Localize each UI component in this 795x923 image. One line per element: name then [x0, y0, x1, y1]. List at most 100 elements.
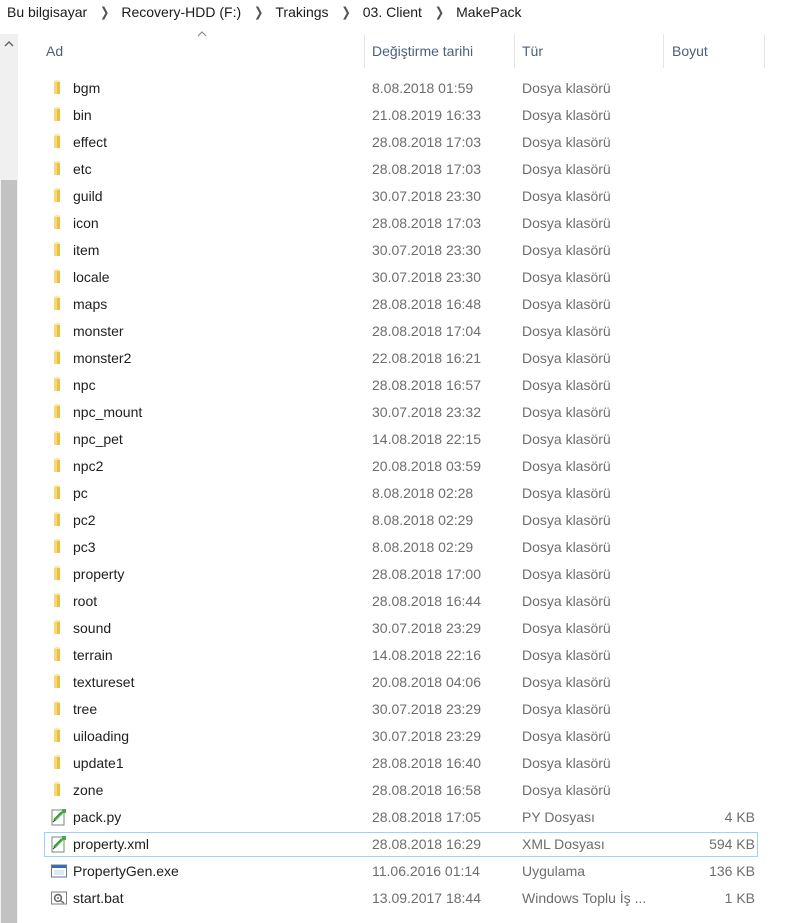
file-row[interactable]: effect 28.08.2018 17:03 Dosya klasörü	[0, 129, 795, 156]
file-date: 28.08.2018 16:58	[372, 782, 481, 798]
file-date: 28.08.2018 17:05	[372, 809, 481, 825]
column-header-size-label: Boyut	[672, 43, 708, 59]
file-type: Dosya klasörü	[522, 593, 611, 609]
file-row[interactable]: maps 28.08.2018 16:48 Dosya klasörü	[0, 291, 795, 318]
file-name: sound	[73, 620, 112, 636]
file-row[interactable]: monster 28.08.2018 17:04 Dosya klasörü	[0, 318, 795, 345]
column-divider[interactable]	[514, 34, 515, 68]
file-row[interactable]: PropertyGen.exe 11.06.2016 01:14 Uygulama 1…	[0, 858, 795, 885]
column-divider[interactable]	[364, 34, 365, 68]
column-divider[interactable]	[663, 34, 664, 68]
file-name: bin	[73, 107, 92, 123]
file-row[interactable]: property.xml 28.08.2018 16:29 XML Dosyası 5…	[0, 831, 795, 858]
breadcrumb: Bu bilgisayar ❯ Recovery-HDD (F:) ❯ Trakings…	[0, 0, 795, 24]
file-row[interactable]: npc2 20.08.2018 03:59 Dosya klasörü	[0, 453, 795, 480]
file-row[interactable]: npc_pet 14.08.2018 22:15 Dosya klasörü	[0, 426, 795, 453]
file-type: Uygulama	[522, 863, 586, 879]
file-name: item	[73, 242, 100, 258]
file-date: 28.08.2018 16:40	[372, 755, 481, 771]
file-date: 28.08.2018 17:03	[372, 161, 481, 177]
file-size: 594 KB	[709, 836, 755, 852]
file-row[interactable]: guild 30.07.2018 23:30 Dosya klasörü	[0, 183, 795, 210]
file-name: pc	[73, 485, 88, 501]
file-name: PropertyGen.exe	[73, 863, 179, 879]
folder-icon	[50, 592, 68, 610]
file-date: 30.07.2018 23:29	[372, 728, 481, 744]
file-row[interactable]: zone 28.08.2018 16:58 Dosya klasörü	[0, 777, 795, 804]
file-date: 21.08.2019 16:33	[372, 107, 481, 123]
breadcrumb-item[interactable]: Trakings	[275, 4, 328, 20]
file-row[interactable]: textureset 20.08.2018 04:06 Dosya klasörü	[0, 669, 795, 696]
file-type: Dosya klasörü	[522, 161, 611, 177]
file-type: Dosya klasörü	[522, 323, 611, 339]
breadcrumb-item[interactable]: 03. Client	[363, 4, 422, 20]
folder-icon	[50, 565, 68, 583]
file-row[interactable]: npc 28.08.2018 16:57 Dosya klasörü	[0, 372, 795, 399]
file-row[interactable]: monster2 22.08.2018 16:21 Dosya klasörü	[0, 345, 795, 372]
file-row[interactable]: etc 28.08.2018 17:03 Dosya klasörü	[0, 156, 795, 183]
file-name: npc	[73, 377, 96, 393]
file-date: 28.08.2018 16:57	[372, 377, 481, 393]
column-header-size[interactable]: Boyut	[672, 34, 764, 68]
notepad-file-icon	[50, 835, 68, 853]
file-row[interactable]: update1 28.08.2018 16:40 Dosya klasörü	[0, 750, 795, 777]
column-header-name[interactable]: Ad	[46, 34, 364, 68]
chevron-right-icon[interactable]: ❯	[342, 4, 351, 19]
file-type: Dosya klasörü	[522, 701, 611, 717]
file-row[interactable]: tree 30.07.2018 23:29 Dosya klasörü	[0, 696, 795, 723]
file-row[interactable]: pc2 8.08.2018 02:29 Dosya klasörü	[0, 507, 795, 534]
file-name: uiloading	[73, 728, 130, 744]
file-row[interactable]: locale 30.07.2018 23:30 Dosya klasörü	[0, 264, 795, 291]
file-date: 30.07.2018 23:30	[372, 269, 481, 285]
file-type: Dosya klasörü	[522, 620, 611, 636]
chevron-right-icon[interactable]: ❯	[435, 4, 444, 19]
file-row[interactable]: bin 21.08.2019 16:33 Dosya klasörü	[0, 102, 795, 129]
file-row[interactable]: root 28.08.2018 16:44 Dosya klasörü	[0, 588, 795, 615]
file-name: maps	[73, 296, 108, 312]
file-date: 20.08.2018 03:59	[372, 458, 481, 474]
file-type: Dosya klasörü	[522, 566, 611, 582]
file-type: Dosya klasörü	[522, 188, 611, 204]
file-date: 28.08.2018 17:00	[372, 566, 481, 582]
chevron-right-icon[interactable]: ❯	[254, 4, 263, 19]
file-row[interactable]: start.bat 13.09.2017 18:44 Windows Toplu İ…	[0, 885, 795, 912]
file-row[interactable]: item 30.07.2018 23:30 Dosya klasörü	[0, 237, 795, 264]
folder-icon	[50, 727, 68, 745]
column-header-type[interactable]: Tür	[522, 34, 663, 68]
folder-icon	[50, 511, 68, 529]
file-name: update1	[73, 755, 124, 771]
breadcrumb-item[interactable]: Bu bilgisayar	[7, 4, 87, 20]
file-name: property.xml	[73, 836, 149, 852]
folder-icon	[50, 646, 68, 664]
file-type: Dosya klasörü	[522, 134, 611, 150]
folder-icon	[50, 322, 68, 340]
folder-icon	[50, 106, 68, 124]
file-row[interactable]: terrain 14.08.2018 22:16 Dosya klasörü	[0, 642, 795, 669]
file-row[interactable]: pc 8.08.2018 02:28 Dosya klasörü	[0, 480, 795, 507]
file-size: 4 KB	[724, 809, 755, 825]
chevron-right-icon[interactable]: ❯	[100, 4, 109, 19]
folder-icon	[50, 754, 68, 772]
column-divider[interactable]	[764, 34, 765, 68]
column-header-date[interactable]: Değiştirme tarihi	[372, 34, 514, 68]
file-type: Dosya klasörü	[522, 404, 611, 420]
file-row[interactable]: pc3 8.08.2018 02:29 Dosya klasörü	[0, 534, 795, 561]
file-row[interactable]: uiloading 30.07.2018 23:29 Dosya klasörü	[0, 723, 795, 750]
file-row[interactable]: icon 28.08.2018 17:03 Dosya klasörü	[0, 210, 795, 237]
scroll-up-icon[interactable]	[0, 34, 18, 54]
file-name: effect	[73, 134, 107, 150]
file-name: monster	[73, 323, 124, 339]
file-row[interactable]: bgm 8.08.2018 01:59 Dosya klasörü	[0, 75, 795, 102]
file-row[interactable]: property 28.08.2018 17:00 Dosya klasörü	[0, 561, 795, 588]
file-type: Dosya klasörü	[522, 539, 611, 555]
file-row[interactable]: npc_mount 30.07.2018 23:32 Dosya klasörü	[0, 399, 795, 426]
file-row[interactable]: pack.py 28.08.2018 17:05 PY Dosyası 4 KB	[0, 804, 795, 831]
file-date: 28.08.2018 17:04	[372, 323, 481, 339]
folder-icon	[50, 295, 68, 313]
breadcrumb-item[interactable]: Recovery-HDD (F:)	[121, 4, 241, 20]
file-type: Windows Toplu İş ...	[522, 890, 647, 906]
folder-icon	[50, 241, 68, 259]
breadcrumb-item[interactable]: MakePack	[456, 4, 521, 20]
folder-icon	[50, 214, 68, 232]
file-row[interactable]: sound 30.07.2018 23:29 Dosya klasörü	[0, 615, 795, 642]
